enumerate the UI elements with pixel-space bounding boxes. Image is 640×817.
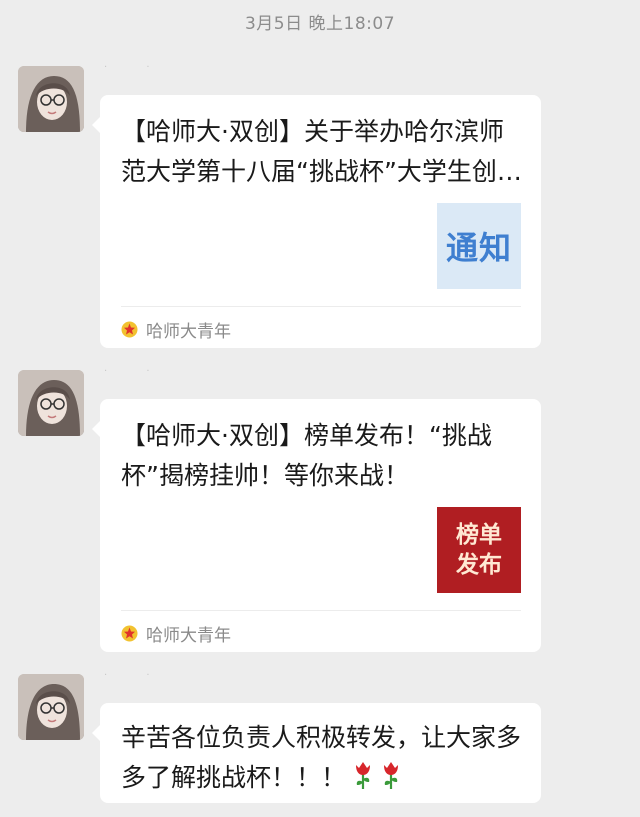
card-divider <box>121 306 521 307</box>
sender-name-placeholder: · · <box>104 670 168 681</box>
article-source[interactable]: 哈师大青年 <box>121 317 231 342</box>
sender-name-placeholder: · · <box>104 366 168 377</box>
sender-avatar[interactable] <box>18 674 84 740</box>
thumbnail-label-line: 发布 <box>456 552 502 578</box>
text-message-bubble[interactable]: 辛苦各位负责人积极转发，让大家多多了解挑战杯！！！ <box>92 703 541 803</box>
article-thumbnail: 榜单 发布 <box>437 507 521 593</box>
article-source[interactable]: 哈师大青年 <box>121 621 231 646</box>
thumbnail-label-line: 榜单 <box>456 522 502 548</box>
text-message: 辛苦各位负责人积极转发，让大家多多了解挑战杯！！！ <box>121 718 526 798</box>
youth-league-badge-icon <box>121 625 138 641</box>
sender-avatar[interactable] <box>18 66 84 132</box>
avatar-photo-icon <box>18 370 84 436</box>
youth-league-badge-icon <box>121 321 138 337</box>
article-card[interactable]: 【哈师大·双创】榜单发布！“挑战杯”揭榜挂帅！等你来战！ 榜单 发布 哈师大青年 <box>92 399 541 652</box>
card-divider <box>121 610 521 611</box>
article-card[interactable]: 【哈师大·双创】关于举办哈尔滨师范大学第十八届“挑战杯”大学生创业计划竞赛的通知… <box>92 95 541 348</box>
article-title: 【哈师大·双创】关于举办哈尔滨师范大学第十八届“挑战杯”大学生创业计划竞赛的通知 <box>121 117 522 186</box>
rose-emoji-icon <box>384 762 399 789</box>
source-name: 哈师大青年 <box>146 321 231 342</box>
article-thumbnail: 通知 <box>437 203 521 289</box>
message-timestamp: 3月5日 晚上18:07 <box>244 14 396 34</box>
rose-emoji-icon <box>356 762 371 789</box>
source-name: 哈师大青年 <box>146 625 231 646</box>
sender-name-placeholder: · · <box>104 62 168 73</box>
thumbnail-label: 通知 <box>445 229 512 267</box>
avatar-photo-icon <box>18 66 84 132</box>
article-title: 【哈师大·双创】榜单发布！“挑战杯”揭榜挂帅！等你来战！ <box>121 421 492 490</box>
message-text: 辛苦各位负责人积极转发，让大家多多了解挑战杯！！！ <box>121 723 522 792</box>
sender-avatar[interactable] <box>18 370 84 436</box>
avatar-photo-icon <box>18 674 84 740</box>
